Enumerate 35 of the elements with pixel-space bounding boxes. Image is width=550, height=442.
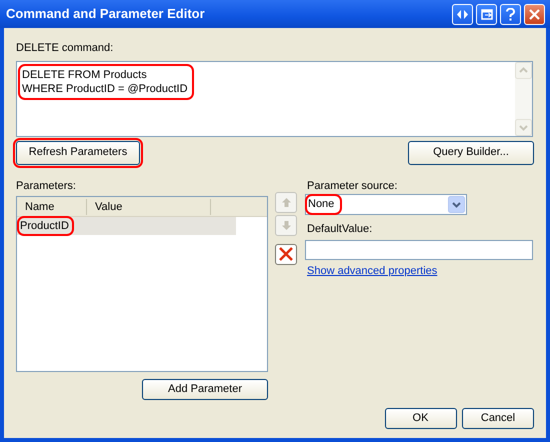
window-icon — [480, 8, 492, 20]
command-text: DELETE FROM Products WHERE ProductID = @ProductID — [22, 68, 188, 96]
down-arrow-icon — [282, 220, 290, 230]
close-button[interactable] — [524, 4, 545, 24]
restore-button[interactable] — [452, 4, 473, 24]
dialog-button[interactable]: Cancel — [462, 408, 534, 429]
column-header[interactable]: Value — [87, 198, 211, 214]
add-parameter-button[interactable]: Add Parameter — [142, 379, 268, 400]
help-button[interactable] — [500, 4, 521, 24]
dialog-button[interactable]: OK — [384, 408, 456, 429]
refresh-parameters-button[interactable]: Refresh Parameters — [16, 140, 140, 164]
delete-icon — [279, 247, 293, 261]
parameters-label: Parameters: — [16, 178, 77, 194]
advanced-properties-link[interactable]: Show advanced properties — [307, 262, 438, 279]
parameters-list[interactable]: Name Value ProductID — [16, 196, 268, 372]
parameter-row[interactable]: ProductID — [17, 217, 236, 235]
parameter-source-label: Parameter source: — [307, 178, 398, 194]
scrollbar[interactable] — [515, 62, 532, 136]
window-title: Command and Parameter Editor — [6, 5, 206, 24]
column-header[interactable]: Name — [17, 198, 87, 214]
query-builder-button[interactable]: Query Builder... — [408, 140, 534, 164]
close-icon — [529, 8, 540, 20]
default-value-field[interactable] — [305, 240, 533, 260]
question-icon — [506, 8, 515, 20]
command-label: DELETE command: — [16, 41, 114, 56]
scroll-up-icon[interactable] — [515, 62, 532, 78]
up-arrow-icon — [282, 198, 290, 206]
remove-button[interactable] — [275, 244, 297, 264]
window-button[interactable] — [476, 4, 497, 24]
parameter-source-dropdown[interactable]: None — [305, 194, 467, 215]
parameter-name: ProductID — [20, 220, 69, 232]
default-value-label: DefaultValue: — [307, 222, 374, 237]
command-field[interactable]: DELETE FROM Products WHERE ProductID = @ProductID — [16, 60, 533, 136]
arrows-icon — [457, 10, 468, 18]
dropdown-value: None — [308, 198, 334, 210]
